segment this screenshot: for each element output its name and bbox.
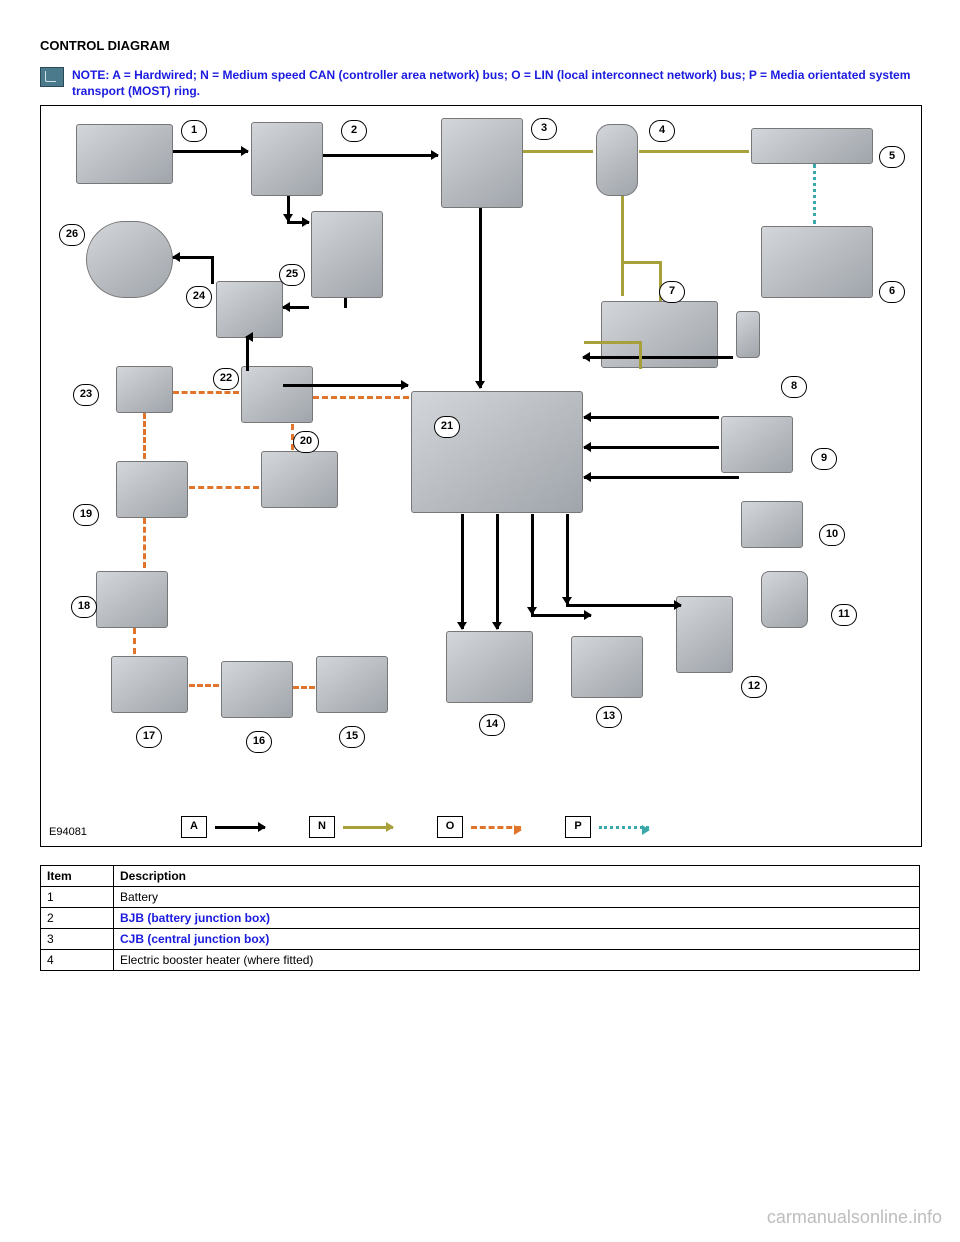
callout-8: 8 xyxy=(781,376,807,398)
table-cell-desc: BJB (battery junction box) xyxy=(114,908,920,929)
callout-4: 4 xyxy=(649,120,675,142)
table-cell-item: 2 xyxy=(41,908,114,929)
legend-box-A: A xyxy=(181,816,207,838)
part-compressor-14-icon xyxy=(446,631,533,703)
part-stepper-17-icon xyxy=(111,656,188,713)
note-block: NOTE: A = Hardwired; N = Medium speed CA… xyxy=(40,67,920,99)
legend-box-N: N xyxy=(309,816,335,838)
part-bjb-icon xyxy=(251,122,323,196)
callout-25: 25 xyxy=(279,264,305,286)
legend-arrow-P-icon xyxy=(599,826,649,829)
callout-2: 2 xyxy=(341,120,367,142)
part-module-5-icon xyxy=(751,128,873,164)
callout-21: 21 xyxy=(434,416,460,438)
table-cell-item: 1 xyxy=(41,887,114,908)
table-row: 4 Electric booster heater (where fitted) xyxy=(41,950,920,971)
table-header-desc: Description xyxy=(114,866,920,887)
callout-7: 7 xyxy=(659,281,685,303)
callout-23: 23 xyxy=(73,384,99,406)
note-text: NOTE: A = Hardwired; N = Medium speed CA… xyxy=(72,67,920,99)
table-cell-item: 4 xyxy=(41,950,114,971)
part-stepper-13-icon xyxy=(571,636,643,698)
section-heading: CONTROL DIAGRAM xyxy=(40,38,920,53)
part-transducer-11-icon xyxy=(761,571,808,628)
part-stepper-22-icon xyxy=(241,366,313,423)
callout-5: 5 xyxy=(879,146,905,168)
table-row: 2 BJB (battery junction box) xyxy=(41,908,920,929)
table-cell-desc: Electric booster heater (where fitted) xyxy=(114,950,920,971)
callout-15: 15 xyxy=(339,726,365,748)
note-label: NOTE: xyxy=(72,68,109,82)
table-header-item: Item xyxy=(41,866,114,887)
diagram-legend: A N O P xyxy=(181,816,649,838)
control-diagram-figure: 1 2 3 4 5 6 7 8 9 10 11 12 13 14 15 16 1… xyxy=(40,105,922,847)
table-row: 1 Battery xyxy=(41,887,920,908)
part-stepper-16-icon xyxy=(221,661,293,718)
table-cell-item: 3 xyxy=(41,929,114,950)
note-body: A = Hardwired; N = Medium speed CAN (con… xyxy=(72,68,910,98)
callout-17: 17 xyxy=(136,726,162,748)
cjb-link[interactable]: CJB (central junction box) xyxy=(120,932,269,946)
callout-12: 12 xyxy=(741,676,767,698)
watermark: carmanualsonline.info xyxy=(767,1207,942,1228)
callout-1: 1 xyxy=(181,120,207,142)
table-cell-desc: CJB (central junction box) xyxy=(114,929,920,950)
callout-3: 3 xyxy=(531,118,557,140)
note-info-icon xyxy=(40,67,64,87)
callout-20: 20 xyxy=(293,431,319,453)
part-blower-26-icon xyxy=(86,221,173,298)
part-module-21-icon xyxy=(411,391,583,513)
bjb-link[interactable]: BJB (battery junction box) xyxy=(120,911,270,925)
callout-26: 26 xyxy=(59,224,85,246)
legend-arrow-N-icon xyxy=(343,826,393,829)
legend-box-P: P xyxy=(565,816,591,838)
part-stepper-19-icon xyxy=(116,461,188,518)
part-blower-ctrl-24-icon xyxy=(216,281,283,338)
part-cjb-icon xyxy=(441,118,523,208)
part-booster-heater-icon xyxy=(596,124,638,196)
callout-19: 19 xyxy=(73,504,99,526)
table-cell-desc: Battery xyxy=(114,887,920,908)
legend-arrow-A-icon xyxy=(215,826,265,829)
part-display-6-icon xyxy=(761,226,873,298)
part-stepper-15-icon xyxy=(316,656,388,713)
description-table: Item Description 1 Battery 2 BJB (batter… xyxy=(40,865,920,971)
part-sensor-8-icon xyxy=(736,311,760,358)
callout-9: 9 xyxy=(811,448,837,470)
table-row: 3 CJB (central junction box) xyxy=(41,929,920,950)
callout-14: 14 xyxy=(479,714,505,736)
part-stepper-18-icon xyxy=(96,571,168,628)
legend-box-O: O xyxy=(437,816,463,838)
part-stepper-20-icon xyxy=(261,451,338,508)
part-stepper-23-icon xyxy=(116,366,173,413)
legend-arrow-O-icon xyxy=(471,826,521,829)
callout-10: 10 xyxy=(819,524,845,546)
part-actuator-12-icon xyxy=(676,596,733,673)
callout-16: 16 xyxy=(246,731,272,753)
callout-18: 18 xyxy=(71,596,97,618)
callout-6: 6 xyxy=(879,281,905,303)
part-fusebox-25-icon xyxy=(311,211,383,298)
part-sensor-10-icon xyxy=(741,501,803,548)
part-battery-icon xyxy=(76,124,173,184)
callout-24: 24 xyxy=(186,286,212,308)
callout-11: 11 xyxy=(831,604,857,626)
figure-id: E94081 xyxy=(49,826,87,838)
part-sensor-9-icon xyxy=(721,416,793,473)
callout-22: 22 xyxy=(213,368,239,390)
callout-13: 13 xyxy=(596,706,622,728)
